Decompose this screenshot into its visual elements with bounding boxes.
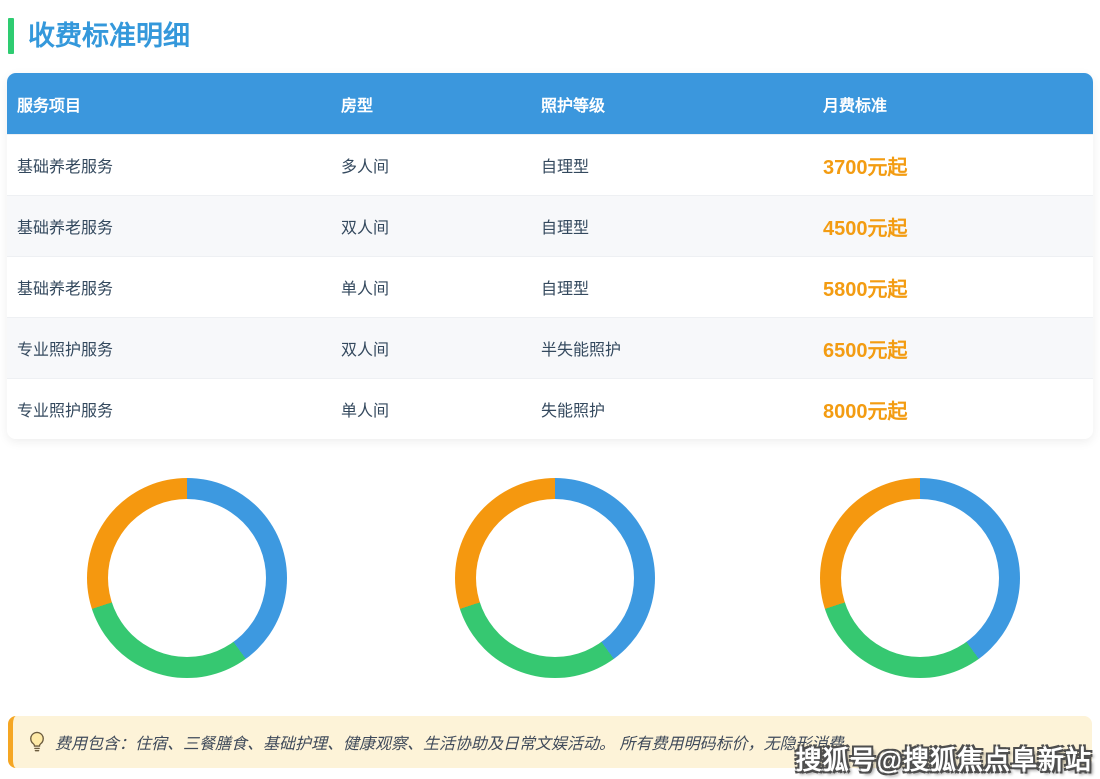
table-row: 专业照护服务双人间半失能照护6500元起: [7, 318, 1093, 379]
donut-chart: [820, 478, 1020, 678]
table-header-row: 服务项目 房型 照护等级 月费标准: [7, 73, 1093, 135]
watermark: 搜狐号@搜狐焦点阜新站: [796, 740, 1092, 777]
donut-hole: [108, 499, 266, 657]
cell-service: 基础养老服务: [7, 135, 341, 196]
cell-service: 专业照护服务: [7, 318, 341, 379]
cell-fee: 8000元起: [823, 379, 1093, 440]
donut-hole: [476, 499, 634, 657]
cell-service: 专业照护服务: [7, 379, 341, 440]
cell-fee: 3700元起: [823, 135, 1093, 196]
donut-chart: [455, 478, 655, 678]
donut-charts-row: [0, 478, 1100, 678]
cell-room: 双人间: [341, 196, 541, 257]
donut-chart: [87, 478, 287, 678]
column-header-service: 服务项目: [7, 73, 341, 135]
cell-care: 自理型: [541, 196, 823, 257]
title-accent-bar: [8, 18, 14, 54]
fee-table: 服务项目 房型 照护等级 月费标准 基础养老服务多人间自理型3700元起基础养老…: [7, 73, 1093, 439]
column-header-fee: 月费标准: [823, 73, 1093, 135]
cell-service: 基础养老服务: [7, 196, 341, 257]
fee-note-text: 费用包含：住宿、三餐膳食、基础护理、健康观察、生活协助及日常文娱活动。 所有费用…: [55, 730, 859, 754]
table-row: 基础养老服务单人间自理型5800元起: [7, 257, 1093, 318]
cell-room: 单人间: [341, 379, 541, 440]
cell-care: 自理型: [541, 257, 823, 318]
table-row: 基础养老服务双人间自理型4500元起: [7, 196, 1093, 257]
cell-room: 双人间: [341, 318, 541, 379]
cell-care: 半失能照护: [541, 318, 823, 379]
cell-fee: 5800元起: [823, 257, 1093, 318]
cell-fee: 6500元起: [823, 318, 1093, 379]
column-header-care: 照护等级: [541, 73, 823, 135]
cell-room: 多人间: [341, 135, 541, 196]
section-header: 收费标准明细: [0, 0, 1100, 58]
lightbulb-icon: [27, 730, 47, 754]
donut-hole: [841, 499, 999, 657]
cell-care: 失能照护: [541, 379, 823, 440]
cell-care: 自理型: [541, 135, 823, 196]
page-title: 收费标准明细: [28, 14, 190, 58]
cell-room: 单人间: [341, 257, 541, 318]
cell-fee: 4500元起: [823, 196, 1093, 257]
column-header-room: 房型: [341, 73, 541, 135]
cell-service: 基础养老服务: [7, 257, 341, 318]
table-row: 基础养老服务多人间自理型3700元起: [7, 135, 1093, 196]
table-row: 专业照护服务单人间失能照护8000元起: [7, 379, 1093, 440]
